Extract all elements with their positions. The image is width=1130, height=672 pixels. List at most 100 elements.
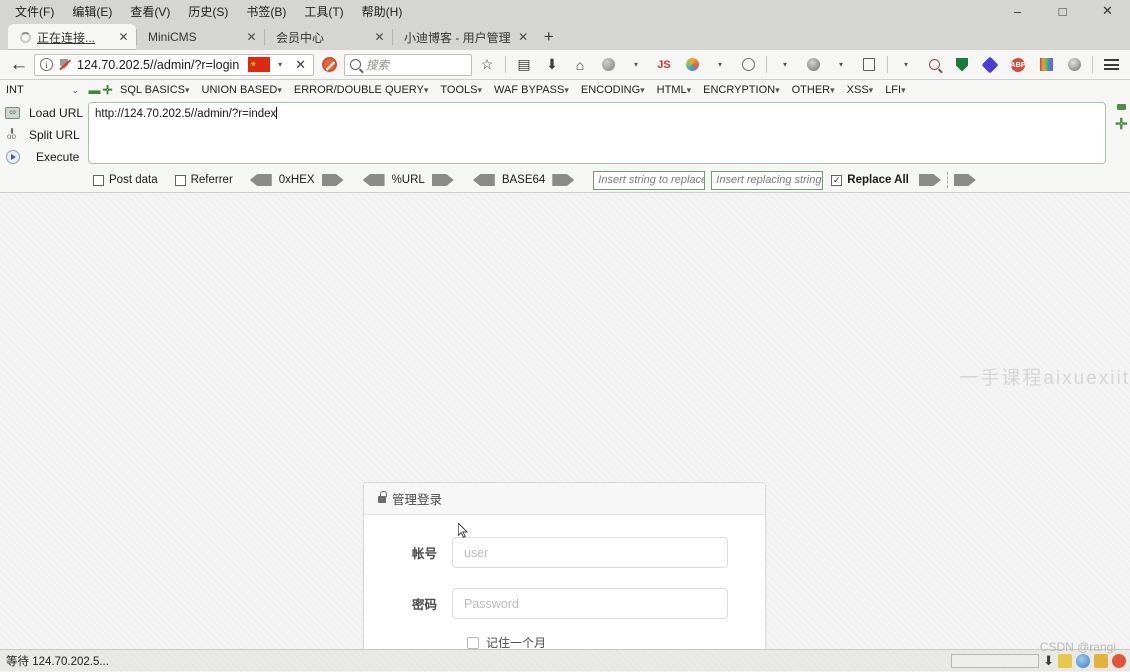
- home-button[interactable]: ⌂: [567, 53, 593, 77]
- hackbar-menu-union-based[interactable]: UNION BASED▾: [196, 84, 288, 96]
- bookmark-star-button[interactable]: ☆: [474, 53, 500, 77]
- url-decode-arrow-icon[interactable]: [362, 174, 385, 186]
- globe-chevron-down-icon[interactable]: ▾: [623, 53, 649, 77]
- menu-item-view[interactable]: 查看(V): [121, 1, 179, 22]
- car-chevron-down-icon[interactable]: ▾: [828, 53, 854, 77]
- download-button[interactable]: ⬇: [539, 53, 565, 77]
- hackbar-type-select[interactable]: INT ⌄: [4, 82, 82, 98]
- menu-item-help[interactable]: 帮助(H): [353, 1, 412, 22]
- maximize-button[interactable]: □: [1040, 0, 1085, 22]
- tab-close-icon[interactable]: ✕: [515, 29, 532, 46]
- adblock-plus-icon[interactable]: ABP: [1005, 53, 1031, 77]
- hackbar-menu-other[interactable]: OTHER▾: [786, 84, 841, 96]
- gear-extension-icon[interactable]: [1061, 53, 1087, 77]
- firefox-chevron-down-icon[interactable]: ▾: [707, 53, 733, 77]
- blocked-icon-wrap[interactable]: [316, 53, 342, 77]
- copy-icon: [863, 58, 875, 71]
- globe-extension-icon[interactable]: [595, 53, 621, 77]
- tray-input-box[interactable]: [951, 654, 1040, 668]
- tab-label: MiniCMS: [148, 30, 197, 44]
- diamond-extension-icon[interactable]: [977, 53, 1003, 77]
- site-info-icon[interactable]: i: [40, 58, 53, 71]
- close-window-button[interactable]: ✕: [1085, 0, 1130, 22]
- region-flag-icon[interactable]: ★: [248, 57, 271, 72]
- hackbar-menu-encryption[interactable]: ENCRYPTION▾: [697, 84, 785, 96]
- post-data-option[interactable]: Post data: [93, 174, 158, 186]
- tray-icon-blocked[interactable]: [1112, 654, 1126, 668]
- replace-all-option[interactable]: ✓ Replace All: [831, 174, 909, 186]
- tab-minicms[interactable]: MiniCMS ✕: [136, 24, 264, 50]
- referrer-option[interactable]: Referrer: [174, 174, 233, 186]
- replace-all-checkbox[interactable]: ✓: [831, 174, 843, 186]
- hackbar-menu-sql-basics[interactable]: SQL BASICS▾: [114, 84, 196, 96]
- tab-user-management[interactable]: 小迪博客 - 用户管理 ✕: [392, 24, 536, 50]
- hackbar-menu-html[interactable]: HTML▾: [651, 84, 697, 96]
- url-encode-arrow-icon[interactable]: [431, 174, 454, 186]
- replace-find-input[interactable]: Insert string to replace: [593, 170, 706, 190]
- tab-connecting[interactable]: 正在连接... ✕: [8, 24, 136, 50]
- car-extension-icon[interactable]: [800, 53, 826, 77]
- remember-checkbox[interactable]: [467, 636, 479, 649]
- referrer-checkbox[interactable]: [174, 174, 186, 186]
- tray-icon-browser[interactable]: [1076, 654, 1090, 668]
- rainbow-extension-icon[interactable]: [1033, 53, 1059, 77]
- tracking-protection-off-icon[interactable]: [58, 58, 72, 71]
- tab-close-icon[interactable]: ✕: [371, 29, 388, 46]
- menu-item-tools[interactable]: 工具(T): [295, 1, 352, 22]
- minimize-button[interactable]: –: [995, 0, 1040, 22]
- search-bar[interactable]: 搜索: [344, 53, 472, 76]
- execute-button[interactable]: Execute: [4, 146, 88, 168]
- tray-icon-app[interactable]: [1094, 654, 1108, 668]
- hackbar-url-textarea[interactable]: http://124.70.202.5//admin/?r=index: [88, 102, 1106, 164]
- remove-row-icon[interactable]: [1116, 104, 1126, 110]
- account-input[interactable]: user: [452, 537, 728, 568]
- new-tab-button[interactable]: +: [536, 24, 562, 50]
- menu-item-bookmarks[interactable]: 书签(B): [237, 1, 295, 22]
- replace-apply-all-arrow-icon[interactable]: [953, 174, 976, 186]
- hackbar-add-button[interactable]: ✛: [101, 83, 114, 97]
- hackbar-menu-lfi[interactable]: LFI▾: [879, 84, 911, 96]
- app-menu-button[interactable]: [1098, 53, 1124, 77]
- firefox-extension-icon[interactable]: [679, 53, 705, 77]
- remember-row[interactable]: 记住一个月: [467, 634, 765, 649]
- hackbar-menu-xss[interactable]: XSS▾: [841, 84, 880, 96]
- url-bar[interactable]: i 124.70.202.5//admin/?r=login ★ ▾ ✕: [34, 53, 314, 76]
- hackbar-menu-encoding[interactable]: ENCODING▾: [575, 84, 651, 96]
- overflow-chevron-down-icon[interactable]: ▾: [772, 53, 798, 77]
- js-toggle-badge[interactable]: JS: [651, 53, 677, 77]
- chevron-down-icon[interactable]: ▾: [275, 60, 285, 69]
- menu-item-file[interactable]: 文件(F): [6, 1, 63, 22]
- back-button[interactable]: ←: [6, 53, 32, 77]
- load-url-button[interactable]: co Load URL: [4, 102, 88, 124]
- url-text[interactable]: 124.70.202.5//admin/?r=login: [77, 58, 243, 72]
- stop-loading-icon[interactable]: ✕: [290, 57, 311, 73]
- extensions-chevron-down-icon[interactable]: ▾: [893, 53, 919, 77]
- tab-member-center[interactable]: 会员中心 ✕: [264, 24, 392, 50]
- tab-close-icon[interactable]: ✕: [243, 29, 260, 46]
- post-data-checkbox[interactable]: [93, 174, 104, 186]
- hackbar-menu-tools[interactable]: TOOLS▾: [434, 84, 488, 96]
- hackbar-menu-waf-bypass[interactable]: WAF BYPASS▾: [488, 84, 575, 96]
- hackbar-magnifier-icon[interactable]: [921, 53, 947, 77]
- password-input[interactable]: Password: [452, 588, 728, 619]
- page-copy-icon[interactable]: [856, 53, 882, 77]
- tray-icon-yellow[interactable]: [1058, 654, 1072, 668]
- hackbar-collapse-button[interactable]: ▬: [88, 83, 101, 97]
- tab-close-icon[interactable]: ✕: [115, 29, 132, 46]
- base64-decode-arrow-icon[interactable]: [472, 174, 495, 186]
- hex-decode-arrow-icon[interactable]: [249, 174, 272, 186]
- download-tray-icon[interactable]: ⬇: [1043, 653, 1054, 669]
- base64-encode-arrow-icon[interactable]: [552, 174, 575, 186]
- replace-with-input[interactable]: Insert replacing string: [711, 170, 824, 190]
- wappalyzer-shield-icon[interactable]: [949, 53, 975, 77]
- palette-extension-icon[interactable]: [735, 53, 761, 77]
- hackbar-menu-error-double-query[interactable]: ERROR/DOUBLE QUERY▾: [288, 84, 435, 96]
- replace-apply-arrow-icon[interactable]: [918, 174, 941, 186]
- menu-item-history[interactable]: 历史(S): [179, 1, 237, 22]
- hex-encode-arrow-icon[interactable]: [321, 174, 344, 186]
- menu-item-edit[interactable]: 编辑(E): [63, 1, 121, 22]
- library-button[interactable]: ▤: [511, 53, 537, 77]
- split-url-button[interactable]: Split URL: [4, 124, 88, 146]
- hackbar-url-value: http://124.70.202.5//admin/?r=index: [95, 108, 277, 120]
- add-row-icon[interactable]: ✛: [1115, 117, 1128, 132]
